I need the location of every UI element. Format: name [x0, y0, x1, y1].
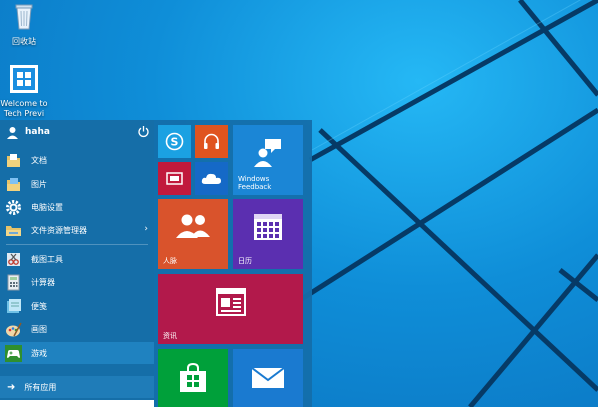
- game-controller-icon: [5, 344, 22, 362]
- recycle-bin-desktop-icon[interactable]: 回收站: [0, 2, 48, 47]
- sticky-notes-icon: [7, 298, 21, 313]
- menu-item-snipping-tool[interactable]: 截图工具: [0, 248, 154, 270]
- menu-item-file-explorer[interactable]: 文件资源管理器 ›: [0, 219, 154, 241]
- tile-video[interactable]: [158, 162, 191, 195]
- menu-item-label: 游戏: [31, 348, 47, 358]
- separator: [6, 244, 148, 245]
- menu-item-label: 截图工具: [31, 254, 63, 264]
- people-icon: [176, 214, 210, 238]
- tile-label: Windows Feedback: [238, 175, 271, 191]
- recycle-bin-label: 回收站: [12, 37, 36, 46]
- menu-item-label: 文件资源管理器: [31, 225, 87, 235]
- tile-calendar[interactable]: 日历: [233, 199, 303, 269]
- menu-item-paint[interactable]: 画图: [0, 318, 154, 340]
- snipping-tool-icon: [7, 252, 20, 266]
- calendar-icon: [254, 214, 282, 240]
- menu-item-sticky-notes[interactable]: 便笺: [0, 295, 154, 317]
- folder-pictures-icon: [7, 177, 20, 191]
- windows-logo-icon: [10, 65, 38, 93]
- tile-mail[interactable]: [233, 349, 303, 407]
- welcome-label-line2: Tech Previ: [3, 109, 45, 118]
- tile-label-line2: Feedback: [238, 183, 272, 191]
- start-menu-left-pane: haha 文档 图片 电脑设置 文件资源管理器 › 截图工具 计算器 便笺 画图…: [0, 120, 154, 407]
- arrow-right-icon: ➜: [7, 381, 16, 393]
- user-account-row[interactable]: haha: [0, 120, 154, 144]
- video-icon: [166, 172, 183, 185]
- tile-news[interactable]: 资讯: [158, 274, 303, 344]
- menu-item-pc-settings[interactable]: 电脑设置: [0, 196, 154, 218]
- welcome-label-line1: Welcome to: [0, 99, 48, 108]
- tile-label: 资讯: [163, 332, 177, 340]
- gear-icon: [6, 199, 21, 215]
- start-menu: haha 文档 图片 电脑设置 文件资源管理器 › 截图工具 计算器 便笺 画图…: [0, 120, 312, 407]
- menu-item-label: 文档: [31, 155, 47, 165]
- feedback-people-icon: [254, 139, 281, 167]
- tile-music[interactable]: [195, 125, 228, 158]
- menu-item-pictures[interactable]: 图片: [0, 173, 154, 195]
- menu-item-label: 画图: [31, 324, 47, 334]
- all-apps-button[interactable]: ➜ 所有应用: [0, 376, 154, 398]
- skype-icon: S: [165, 132, 184, 151]
- tile-label: 人脉: [163, 257, 177, 265]
- menu-item-label: 电脑设置: [31, 202, 63, 212]
- menu-item-label: 图片: [31, 179, 47, 189]
- cloud-icon: [201, 173, 221, 184]
- power-icon[interactable]: [137, 125, 150, 138]
- headphones-icon: [204, 133, 219, 149]
- store-bag-icon: [180, 363, 206, 392]
- recycle-bin-icon: [15, 4, 33, 30]
- mail-icon: [251, 367, 285, 388]
- all-apps-label: 所有应用: [24, 382, 57, 392]
- news-icon: [216, 288, 246, 316]
- paint-icon: [6, 322, 22, 336]
- menu-item-documents[interactable]: 文档: [0, 149, 154, 171]
- svg-text:S: S: [171, 136, 179, 149]
- welcome-desktop-icon[interactable]: Welcome to Tech Previ: [0, 64, 48, 119]
- tile-people[interactable]: 人脉: [158, 199, 228, 269]
- tile-windows-feedback[interactable]: Windows Feedback: [233, 125, 303, 195]
- user-icon: [7, 126, 18, 139]
- tile-skype[interactable]: S: [158, 125, 191, 158]
- search-box[interactable]: [0, 400, 154, 407]
- user-name: haha: [25, 127, 50, 137]
- tile-onedrive[interactable]: [195, 162, 228, 195]
- tile-label-line1: Windows: [238, 175, 270, 183]
- calculator-icon: [7, 274, 20, 290]
- tile-label: 日历: [238, 257, 252, 265]
- menu-item-label: 便笺: [31, 301, 47, 311]
- menu-item-games[interactable]: 游戏: [0, 342, 154, 364]
- tile-store[interactable]: [158, 349, 228, 407]
- menu-item-label: 计算器: [31, 277, 55, 287]
- submenu-arrow-icon[interactable]: ›: [144, 224, 148, 234]
- menu-item-calculator[interactable]: 计算器: [0, 271, 154, 293]
- file-explorer-icon: [6, 225, 21, 236]
- folder-documents-icon: [7, 153, 20, 167]
